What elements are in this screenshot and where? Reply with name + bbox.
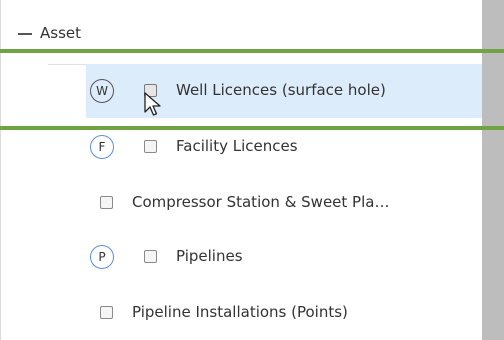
layer-checkbox[interactable] [100, 306, 113, 319]
highlight-band-bottom [0, 126, 504, 130]
f-badge-icon: F [90, 135, 114, 159]
w-badge-icon: W [90, 79, 114, 103]
layer-checkbox[interactable] [144, 140, 157, 153]
layer-label: Compressor Station & Sweet Pla… [132, 193, 390, 211]
mouse-pointer-icon [144, 92, 161, 116]
highlight-band-top [0, 49, 504, 53]
layer-label: Pipeline Installations (Points) [132, 303, 348, 321]
minus-icon[interactable] [18, 33, 32, 35]
layer-checkbox[interactable] [100, 196, 113, 209]
layer-label: Pipelines [176, 247, 243, 265]
p-badge-icon: P [90, 245, 114, 269]
layer-label: Facility Licences [176, 137, 298, 155]
layer-row-pipeline-installations[interactable]: Pipeline Installations (Points) [86, 286, 482, 340]
asset-group-header[interactable]: Asset [0, 14, 482, 54]
layer-row-compressor-station[interactable]: Compressor Station & Sweet Pla… [86, 176, 482, 230]
layer-checkbox[interactable] [144, 250, 157, 263]
layer-label: Well Licences (surface hole) [176, 81, 386, 99]
asset-group-label: Asset [40, 24, 82, 42]
layer-row-pipelines[interactable]: P Pipelines [86, 230, 482, 284]
